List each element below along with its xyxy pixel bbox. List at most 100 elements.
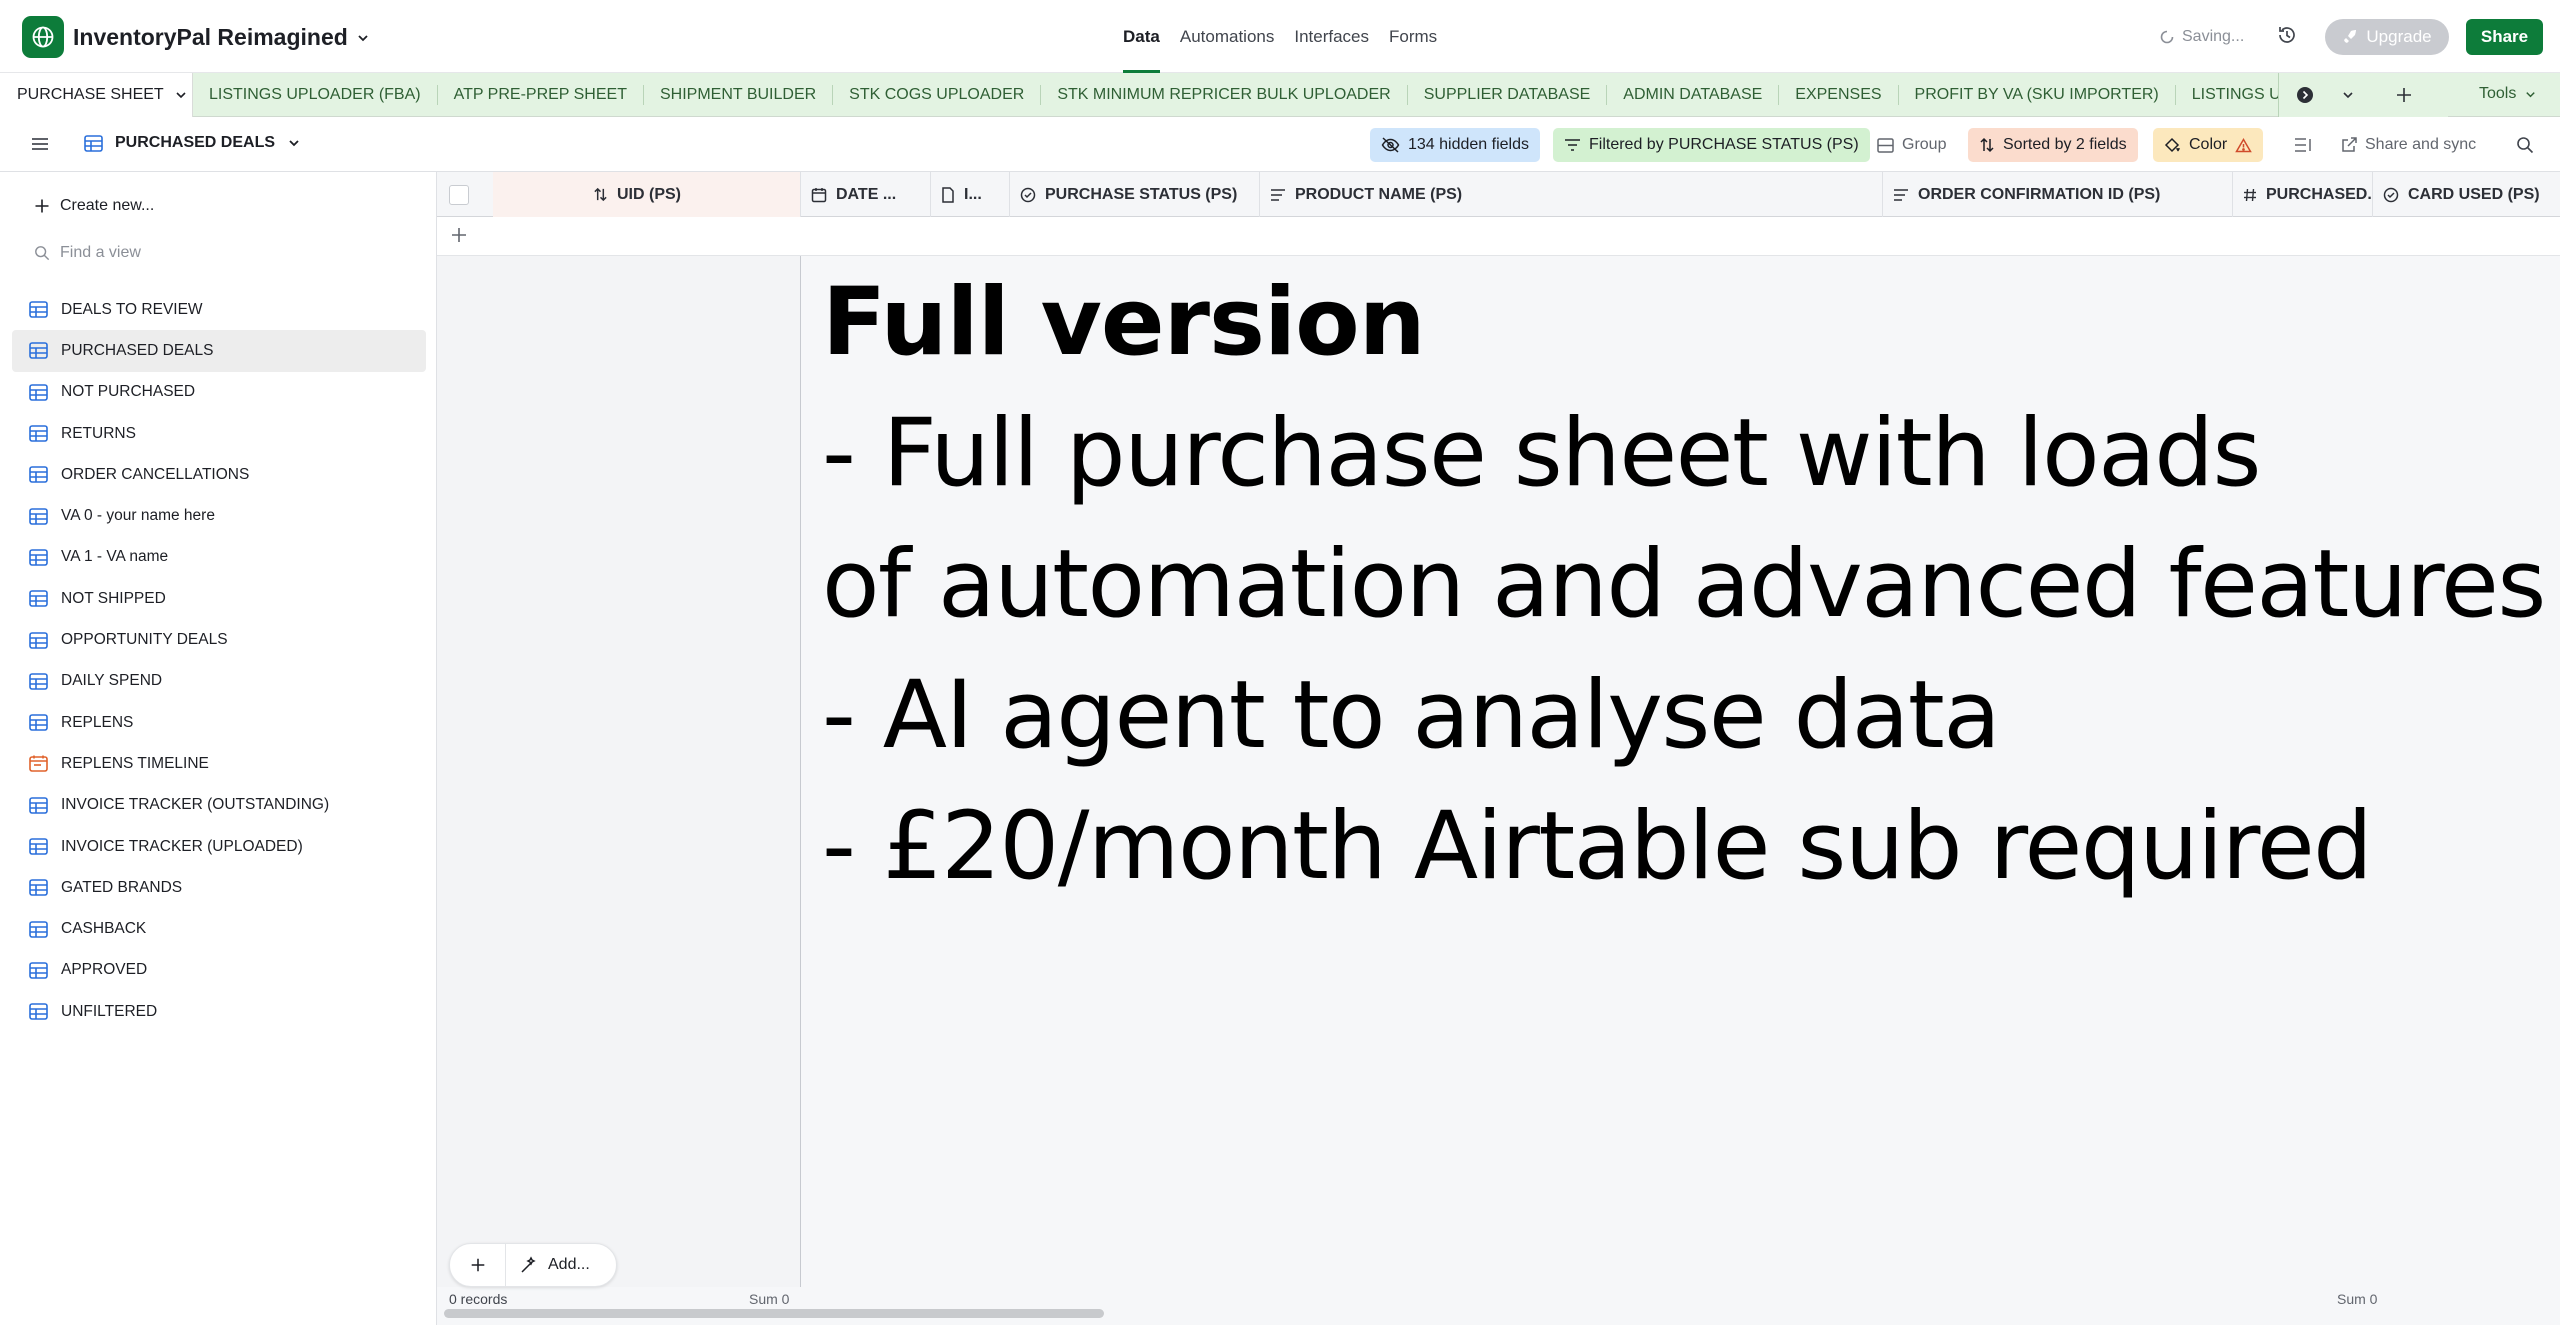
tab-expenses[interactable]: EXPENSES [1778, 85, 1897, 105]
tab-stk-minimum-repricer[interactable]: STK MINIMUM REPRICER BULK UPLOADER [1040, 85, 1406, 105]
upgrade-button[interactable]: Upgrade [2325, 19, 2449, 55]
nav-data[interactable]: Data [1123, 27, 1160, 73]
sort-label: Sorted by 2 fields [2003, 136, 2127, 153]
more-tables-icon[interactable] [2296, 86, 2314, 104]
row-height-button[interactable] [2283, 128, 2323, 162]
tab-listings-uploader-fba[interactable]: LISTINGS UPLOADER (FBA) [193, 85, 437, 105]
column-header[interactable]: UID (PS) [493, 172, 801, 217]
column-header-label: I... [964, 185, 982, 203]
sidebar-view-item[interactable]: UNFILTERED [12, 991, 426, 1032]
sidebar-view-item[interactable]: VA 1 - VA name [12, 537, 426, 578]
tools-menu[interactable]: Tools [2479, 85, 2537, 103]
column-header[interactable]: PURCHASED... [2233, 172, 2373, 217]
hide-fields-button[interactable]: 134 hidden fields [1370, 128, 1540, 162]
grid-icon [29, 425, 48, 442]
add-record-button[interactable] [450, 1243, 506, 1287]
tab-admin-database[interactable]: ADMIN DATABASE [1606, 85, 1778, 105]
sidebar-view-item[interactable]: INVOICE TRACKER (OUTSTANDING) [12, 785, 426, 826]
create-new-label: Create new... [60, 197, 155, 214]
column-header[interactable]: PURCHASE STATUS (PS) [1010, 172, 1260, 217]
sidebar-view-item[interactable]: OPPORTUNITY DEALS [12, 619, 426, 660]
view-bar: PURCHASED DEALS 134 hidden fields Filter… [0, 117, 2560, 172]
group-button[interactable]: Group [1866, 128, 1957, 162]
sidebar-view-item[interactable]: REPLENS TIMELINE [12, 743, 426, 784]
sidebar-view-item[interactable]: INVOICE TRACKER (UPLOADED) [12, 826, 426, 867]
table-tabs: LISTINGS UPLOADER (FBA) ATP PRE-PREP SHE… [193, 73, 2422, 117]
grid-icon [29, 549, 48, 566]
saving-text: Saving... [2182, 28, 2245, 45]
create-view-button[interactable]: Create new... [34, 197, 154, 215]
view-name: PURCHASED DEALS [115, 134, 276, 151]
column-header[interactable]: I... [931, 172, 1010, 217]
sidebar-view-item[interactable]: RETURNS [12, 413, 426, 454]
frozen-column-pane [437, 172, 801, 1325]
grid-icon [29, 466, 48, 484]
nav-forms[interactable]: Forms [1389, 27, 1437, 73]
add-record-button[interactable] [449, 225, 469, 245]
column-header[interactable]: CARD USED (PS) [2373, 172, 2560, 217]
toggle-sidebar-button[interactable] [30, 134, 50, 154]
sidebar-view-item[interactable]: REPLENS [12, 702, 426, 743]
chevron-down-icon[interactable] [2341, 88, 2355, 102]
filter-button[interactable]: Filtered by PURCHASE STATUS (PS) [1553, 128, 1870, 162]
sidebar-view-item[interactable]: NOT PURCHASED [12, 372, 426, 413]
hidden-fields-label: 134 hidden fields [1408, 136, 1529, 153]
tab-stk-cogs-uploader[interactable]: STK COGS UPLOADER [832, 85, 1040, 105]
base-logo[interactable] [22, 16, 64, 58]
column-header[interactable]: ORDER CONFIRMATION ID (PS) [1883, 172, 2233, 217]
sidebar-view-item[interactable]: GATED BRANDS [12, 867, 426, 908]
upgrade-label: Upgrade [2366, 27, 2432, 46]
select-all-checkbox[interactable] [449, 185, 469, 205]
doc-icon [941, 186, 955, 203]
share-sync-button[interactable]: Share and sync [2330, 128, 2487, 162]
sidebar-view-label: GATED BRANDS [61, 878, 183, 896]
sidebar-view-item[interactable]: DAILY SPEND [12, 661, 426, 702]
tab-shipment-builder[interactable]: SHIPMENT BUILDER [642, 85, 832, 105]
search-icon [2517, 137, 2534, 154]
add-more-button[interactable]: Add... [506, 1256, 616, 1274]
find-view-input[interactable] [60, 244, 400, 262]
base-name-menu[interactable]: InventoryPal Reimagined [73, 24, 370, 51]
text-icon [1270, 188, 1286, 202]
sidebar-view-item[interactable]: CASHBACK [12, 908, 426, 949]
view-switcher[interactable]: PURCHASED DEALS [84, 134, 301, 152]
group-label: Group [1902, 136, 1947, 153]
column-header[interactable]: DATE ... [801, 172, 931, 217]
sidebar-view-item[interactable]: VA 0 - your name here [12, 495, 426, 536]
nav-automations[interactable]: Automations [1180, 27, 1275, 73]
search-button[interactable] [2505, 128, 2545, 162]
sum-summary[interactable]: Sum 0 [749, 1291, 789, 1307]
sum-summary[interactable]: Sum 0 [2337, 1291, 2377, 1307]
sidebar-view-item[interactable]: APPROVED [12, 950, 426, 991]
color-button[interactable]: Color [2153, 128, 2264, 162]
grid-icon [29, 631, 48, 649]
horizontal-scrollbar[interactable] [444, 1309, 1104, 1318]
sidebar-view-label: INVOICE TRACKER (UPLOADED) [61, 837, 303, 855]
tab-purchase-sheet[interactable]: PURCHASE SHEET [0, 73, 193, 117]
base-name: InventoryPal Reimagined [73, 24, 348, 50]
view-list: DEALS TO REVIEW PURCHASED DEALS NOT PURCHA… [12, 289, 426, 1032]
add-record-row [437, 217, 2560, 256]
sort-icon [593, 187, 608, 202]
history-button[interactable] [2276, 24, 2300, 48]
sort-button[interactable]: Sorted by 2 fields [1968, 128, 2138, 162]
sidebar-view-label: VA 0 - your name here [61, 507, 215, 525]
sidebar-view-item[interactable]: NOT SHIPPED [12, 578, 426, 619]
sidebar-view-label: APPROVED [61, 961, 148, 979]
column-header[interactable]: PRODUCT NAME (PS) [1260, 172, 1883, 217]
sidebar-view-label: CASHBACK [61, 920, 147, 938]
sidebar-view-item[interactable]: DEALS TO REVIEW [12, 289, 426, 330]
tab-supplier-database[interactable]: SUPPLIER DATABASE [1406, 85, 1607, 105]
nav-interfaces[interactable]: Interfaces [1294, 27, 1369, 73]
promo-line: of automation and advanced features [822, 530, 2546, 639]
share-button[interactable]: Share [2466, 19, 2543, 55]
tab-overflow-controls [2278, 73, 2448, 117]
tab-atp-pre-prep-sheet[interactable]: ATP PRE-PREP SHEET [436, 85, 643, 105]
sidebar-view-label: NOT SHIPPED [61, 589, 166, 607]
paint-bucket-icon [2164, 137, 2180, 152]
add-table-icon[interactable] [2395, 86, 2413, 104]
sidebar-view-item[interactable]: PURCHASED DEALS [12, 330, 426, 372]
sidebar-view-label: DEALS TO REVIEW [61, 300, 203, 318]
tab-profit-by-va[interactable]: PROFIT BY VA (SKU IMPORTER) [1897, 85, 2175, 105]
sidebar-view-item[interactable]: ORDER CANCELLATIONS [12, 454, 426, 495]
